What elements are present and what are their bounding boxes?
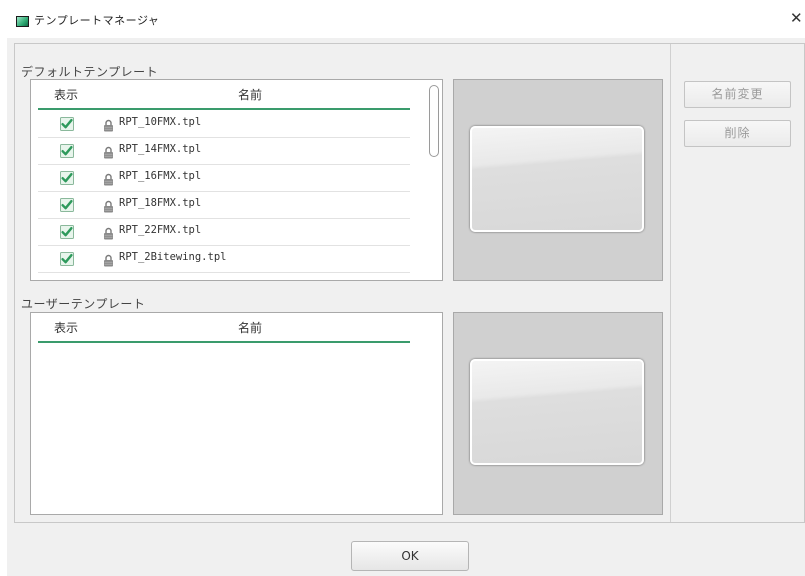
template-name: RPT_2Bitewing.tpl <box>119 251 227 263</box>
vertical-scrollbar[interactable] <box>429 85 439 157</box>
default-template-preview <box>453 79 663 281</box>
checkbox-checked-icon[interactable] <box>60 251 74 266</box>
default-templates-list[interactable]: 表示 名前 RPT_10FMX.tpl RPT_14FMX.tpl RPT_16FM… <box>30 79 443 281</box>
title-bar: テンプレートマネージャ ✕ <box>0 0 805 38</box>
default-templates-label: デフォルトテンプレート <box>21 65 159 79</box>
template-name: RPT_10FMX.tpl <box>119 116 202 128</box>
lock-icon <box>103 144 114 159</box>
lock-icon <box>103 225 114 240</box>
default-list-header: 表示 名前 <box>38 80 410 110</box>
template-thumbnail-icon <box>470 359 644 465</box>
table-row[interactable]: RPT_14FMX.tpl <box>38 137 410 165</box>
column-header-name[interactable]: 名前 <box>238 319 262 336</box>
content-panel: デフォルトテンプレート 表示 名前 RPT_10FMX.tpl RPT_14FMX… <box>14 43 805 523</box>
lock-icon <box>103 117 114 132</box>
ok-button[interactable]: OK <box>351 541 469 571</box>
template-name: RPT_16FMX.tpl <box>119 170 202 182</box>
user-templates-label: ユーザーテンプレート <box>21 297 146 311</box>
user-templates-list[interactable]: 表示 名前 <box>30 312 443 515</box>
user-template-preview <box>453 312 663 515</box>
lock-icon <box>103 198 114 213</box>
lock-icon <box>103 252 114 267</box>
column-header-name[interactable]: 名前 <box>238 86 262 103</box>
checkbox-checked-icon[interactable] <box>60 116 74 131</box>
lock-icon <box>103 171 114 186</box>
template-thumbnail-icon <box>470 126 644 232</box>
checkbox-checked-icon[interactable] <box>60 197 74 212</box>
checkbox-checked-icon[interactable] <box>60 170 74 185</box>
template-name: RPT_18FMX.tpl <box>119 197 202 209</box>
table-row[interactable]: RPT_16FMX.tpl <box>38 164 410 192</box>
table-row[interactable]: RPT_2Bitewing.tpl <box>38 245 410 273</box>
checkbox-checked-icon[interactable] <box>60 224 74 239</box>
close-button[interactable]: ✕ <box>790 8 805 28</box>
delete-button[interactable]: 削除 <box>684 120 791 147</box>
checkbox-checked-icon[interactable] <box>60 143 74 158</box>
column-header-show[interactable]: 表示 <box>54 319 78 336</box>
templates-panel: デフォルトテンプレート 表示 名前 RPT_10FMX.tpl RPT_14FMX… <box>15 44 670 522</box>
column-header-show[interactable]: 表示 <box>54 86 78 103</box>
template-name: RPT_14FMX.tpl <box>119 143 202 155</box>
rename-button[interactable]: 名前変更 <box>684 81 791 108</box>
user-list-header: 表示 名前 <box>38 313 410 343</box>
dialog-body: デフォルトテンプレート 表示 名前 RPT_10FMX.tpl RPT_14FMX… <box>7 38 805 576</box>
actions-panel: 名前変更 削除 <box>671 44 804 522</box>
template-name: RPT_22FMX.tpl <box>119 224 202 236</box>
table-row[interactable]: RPT_18FMX.tpl <box>38 191 410 219</box>
window-title: テンプレートマネージャ <box>34 14 160 27</box>
app-icon <box>16 16 29 27</box>
table-row[interactable]: RPT_10FMX.tpl <box>38 110 410 138</box>
table-row[interactable]: RPT_22FMX.tpl <box>38 218 410 246</box>
